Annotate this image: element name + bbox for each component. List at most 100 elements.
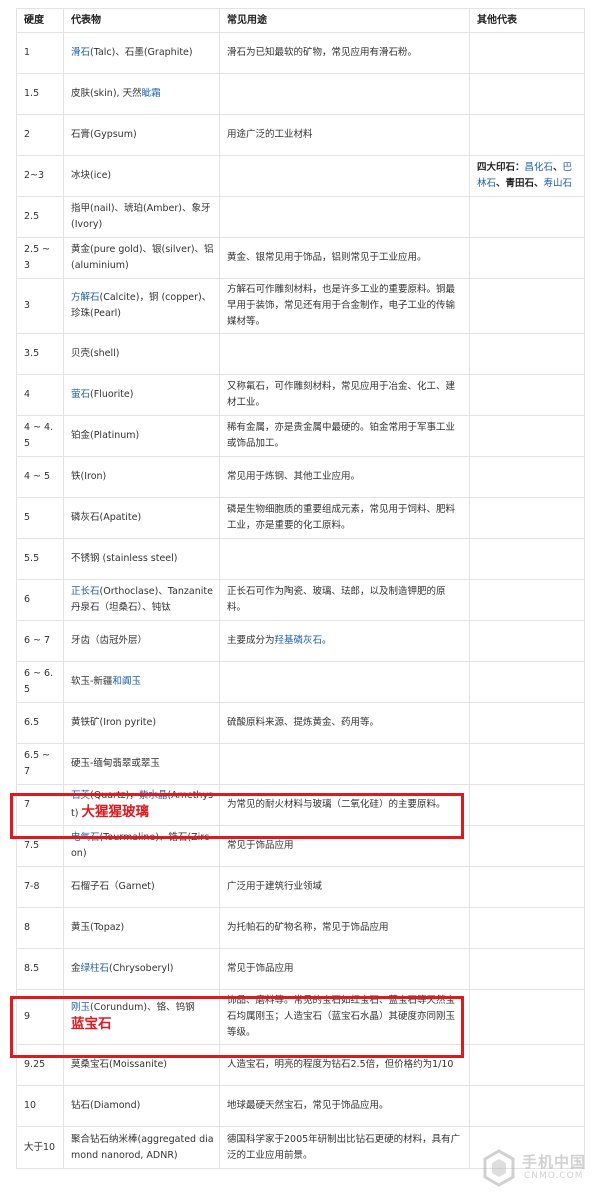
- representative-cell: 皮肤(skin), 天然眦霜: [63, 73, 220, 115]
- mineral-link[interactable]: 萤石: [71, 389, 90, 400]
- table-header-row: 硬度 代表物 常见用途 其他代表: [16, 8, 585, 33]
- mineral-link[interactable]: 紫水晶: [139, 790, 168, 801]
- table-row: 3 方解石(Calcite)，铜 (copper)、珍珠(Pearl) 方解石可作雕…: [16, 278, 585, 334]
- mineral-text: 磷灰石(Apatite): [71, 512, 142, 523]
- representative-cell: 正长石(Orthoclase)、Tanzanite 丹泉石（坦桑石）、钝钛: [63, 579, 220, 621]
- other-cell: [469, 1085, 585, 1127]
- table-row: 2.5 指甲(nail)、琥珀(Amber)、象牙(Ivory): [16, 196, 585, 238]
- use-text: 常见于饰品应用: [227, 963, 294, 974]
- representative-cell: 钻石(Diamond): [63, 1085, 220, 1127]
- table-row: 6 正长石(Orthoclase)、Tanzanite 丹泉石（坦桑石）、钝钛 正长…: [16, 579, 585, 621]
- header-other: 其他代表: [469, 8, 585, 33]
- use-text: 正长石可作为陶瓷、玻璃、珐郎，以及制造钾肥的原料。: [227, 586, 446, 613]
- other-cell: [469, 948, 585, 990]
- table-row: 5 磷灰石(Apatite) 磷是生物细胞质的重要组成元素，常见用于饲料、肥料工业，…: [16, 497, 585, 539]
- seal-stone-link[interactable]: 昌化石: [525, 162, 554, 173]
- mineral-link[interactable]: 正长石: [71, 586, 100, 597]
- representative-cell: 石榴子石（Garnet): [63, 866, 220, 908]
- use-link[interactable]: 羟基磷灰石: [275, 635, 323, 646]
- hardness-cell: 4 ~ 4.5: [16, 415, 64, 457]
- mineral-text: (Corundum)、铬、钨钢: [90, 1002, 195, 1013]
- use-text: 地球最硬天然宝石，常见于饰品应用。: [227, 1100, 389, 1111]
- common-use-cell: 稀有金属，亦是贵金属中最硬的。铂金常用于军事工业或饰品加工。: [219, 415, 470, 457]
- hardness-cell: 8.5: [16, 948, 64, 990]
- table-row: 6.5 ~ 7 硬玉-缅甸翡翠或翠玉: [16, 743, 585, 785]
- use-text: 硫酸原料来源、提炼黄金、药用等。: [227, 717, 380, 728]
- hardness-cell: 7.5: [16, 825, 64, 867]
- common-use-cell: 人造宝石，明亮的程度为钻石2.5倍，但价格约为1/10: [219, 1044, 470, 1086]
- mineral-text: 贝壳(shell): [71, 348, 120, 359]
- table-row: 1.5 皮肤(skin), 天然眦霜: [16, 73, 585, 115]
- use-text: 滑石为已知最软的矿物，常见应用有滑石粉。: [227, 47, 418, 58]
- mineral-link[interactable]: 和阗玉: [112, 676, 141, 687]
- common-use-cell: [219, 155, 470, 197]
- mineral-link[interactable]: 方解石: [71, 292, 100, 303]
- other-cell: [469, 866, 585, 908]
- mineral-link[interactable]: 绿柱石: [81, 963, 110, 974]
- mineral-text: 皮肤(skin), 天然: [71, 88, 142, 99]
- table-row: 2~3 冰块(ice) 四大印石：昌化石、巴林石、青田石、寿山石: [16, 155, 585, 197]
- representative-cell: 滑石(Talc)、石墨(Graphite): [63, 32, 220, 74]
- hardness-table: 硬度 代表物 常见用途 其他代表 1 滑石(Talc)、石墨(Graphite) 滑…: [16, 8, 585, 1169]
- mineral-text: 铁(Iron): [71, 471, 107, 482]
- representative-cell: 萤石(Fluorite): [63, 374, 220, 416]
- use-text: 广泛用于建筑行业领域: [227, 881, 323, 892]
- other-cell: [469, 825, 585, 867]
- watermark-subtitle: CNMO.COM: [524, 1171, 584, 1181]
- mineral-text: 石榴子石（Garnet): [71, 881, 155, 892]
- mineral-link[interactable]: 石英: [71, 790, 90, 801]
- representative-cell: 黄金(pure gold)、银(silver)、铝 (aluminium): [63, 237, 220, 279]
- common-use-cell: 硫酸原料来源、提炼黄金、药用等。: [219, 702, 470, 744]
- common-use-cell: [219, 743, 470, 785]
- hardness-cell: 6 ~ 7: [16, 620, 64, 662]
- other-cell: [469, 743, 585, 785]
- use-text: 常见用于炼钢、其他工业应用。: [227, 471, 361, 482]
- mineral-link[interactable]: 刚玉: [71, 1002, 90, 1013]
- table-row: 1 滑石(Talc)、石墨(Graphite) 滑石为已知最软的矿物，常见应用有滑石…: [16, 32, 585, 74]
- representative-cell: 石膏(Gypsum): [63, 114, 220, 156]
- seal-stone-link[interactable]: 寿山石: [544, 178, 573, 189]
- representative-cell: 石英(Quartz)，紫水晶(Amethyst) 大猩猩玻璃: [63, 784, 220, 826]
- watermark-title: 手机中国: [522, 1153, 587, 1171]
- other-cell: [469, 538, 585, 580]
- hardness-cell: 5.5: [16, 538, 64, 580]
- table-row: 5.5 不锈钢 (stainless steel): [16, 538, 585, 580]
- common-use-cell: [219, 196, 470, 238]
- mineral-text: 石膏(Gypsum): [71, 129, 137, 140]
- other-cell: [469, 907, 585, 949]
- other-cell: [469, 989, 585, 1045]
- other-cell: [469, 620, 585, 662]
- representative-cell: 牙齿（齿冠外层）: [63, 620, 220, 662]
- highlight-label: 大猩猩玻璃: [81, 804, 149, 820]
- hardness-cell: 2.5 ~ 3: [16, 237, 64, 279]
- common-use-cell: 又称氟石，可作雕刻材料，常见应用于冶金、化工、建材工业。: [219, 374, 470, 416]
- common-use-cell: 黄金、银常见用于饰品，铝则常见于工业应用。: [219, 237, 470, 279]
- mineral-text: 黄玉(Topaz): [71, 922, 125, 933]
- common-use-cell: 常见于饰品应用: [219, 948, 470, 990]
- mineral-link[interactable]: 滑石: [71, 47, 90, 58]
- common-use-cell: 磷是生物细胞质的重要组成元素，常见用于饲料、肥料工业，亦是重要的化工原料。: [219, 497, 470, 539]
- mineral-link[interactable]: 电气石: [71, 832, 100, 843]
- mineral-link[interactable]: 眦霜: [142, 88, 161, 99]
- other-cell: [469, 579, 585, 621]
- use-text-tail: 。: [322, 635, 332, 646]
- watermark-logo-icon: [483, 1149, 515, 1187]
- hardness-cell: 9: [16, 989, 64, 1045]
- hardness-cell: 7: [16, 784, 64, 826]
- mineral-text: 指甲(nail)、琥珀(Amber)、象牙(Ivory): [71, 203, 211, 230]
- seal-stone-text: 、: [553, 162, 563, 173]
- mineral-text: 牙齿（齿冠外层）: [71, 635, 148, 646]
- table-row: 4 ~ 5 铁(Iron) 常见用于炼钢、其他工业应用。: [16, 456, 585, 498]
- common-use-cell: 为托帕石的矿物名称，常见于饰品应用: [219, 907, 470, 949]
- representative-cell: 金绿柱石(Chrysoberyl): [63, 948, 220, 990]
- other-cell: [469, 278, 585, 334]
- hardness-cell: 5: [16, 497, 64, 539]
- other-cell: [469, 73, 585, 115]
- hardness-cell: 4: [16, 374, 64, 416]
- mineral-text: 黄金(pure gold)、银(silver)、铝 (aluminium): [71, 244, 214, 271]
- common-use-cell: 正长石可作为陶瓷、玻璃、珐郎，以及制造钾肥的原料。: [219, 579, 470, 621]
- mineral-text: 钻石(Diamond): [71, 1100, 141, 1111]
- table-row: 2.5 ~ 3 黄金(pure gold)、银(silver)、铝 (alumin…: [16, 237, 585, 279]
- use-text: 方解石可作雕刻材料，也是许多工业的重要原料。铜最早用于装饰，常见还有用于合金制作…: [227, 284, 456, 327]
- use-text: 又称氟石，可作雕刻材料，常见应用于冶金、化工、建材工业。: [227, 381, 456, 408]
